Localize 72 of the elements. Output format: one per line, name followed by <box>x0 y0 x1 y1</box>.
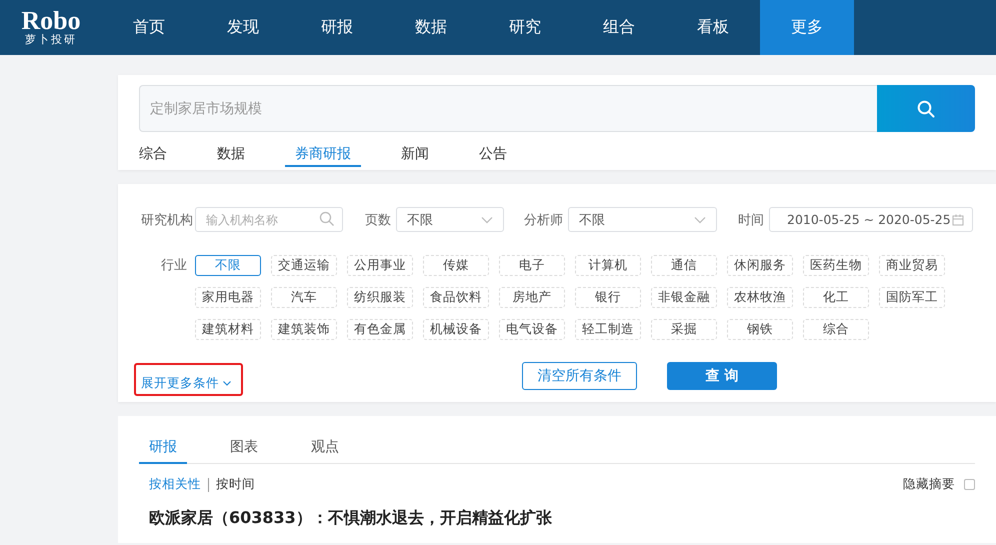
industry-chip[interactable]: 家用电器 <box>195 287 261 308</box>
nav-item[interactable]: 更多 <box>760 0 854 55</box>
search-tab[interactable]: 券商研报 <box>285 145 361 167</box>
industry-chip[interactable]: 传媒 <box>423 255 489 276</box>
industry-chip[interactable]: 国防军工 <box>879 287 945 308</box>
industry-chip[interactable]: 计算机 <box>575 255 641 276</box>
clear-conditions-button[interactable]: 清空所有条件 <box>522 362 637 390</box>
industry-chip[interactable]: 商业贸易 <box>879 255 945 276</box>
result-tab[interactable]: 研报 <box>139 438 187 464</box>
industry-chip[interactable]: 汽车 <box>271 287 337 308</box>
industry-chip[interactable]: 机械设备 <box>423 319 489 340</box>
result-tab[interactable]: 观点 <box>301 438 349 464</box>
logo-text: Robo <box>21 8 81 32</box>
nav-item[interactable]: 首页 <box>102 0 196 55</box>
industry-chip[interactable]: 通信 <box>651 255 717 276</box>
industry-chip[interactable]: 农林牧渔 <box>727 287 793 308</box>
query-button[interactable]: 查 询 <box>667 362 777 390</box>
industry-chip[interactable]: 非银金融 <box>651 287 717 308</box>
result-tab[interactable]: 图表 <box>220 438 268 464</box>
field-label: 分析师 <box>524 212 563 228</box>
logo-subtitle: 萝卜投研 <box>25 32 77 46</box>
report-title[interactable]: 欧派家居（603833）：不惧潮水退去，开启精益化扩张 <box>139 508 975 529</box>
industry-chip[interactable]: 房地产 <box>499 287 565 308</box>
search-tab[interactable]: 综合 <box>129 145 177 167</box>
industry-chip[interactable]: 化工 <box>803 287 869 308</box>
search-icon <box>319 211 335 227</box>
industry-chip[interactable]: 轻工制造 <box>575 319 641 340</box>
chevron-down-icon <box>223 380 231 386</box>
search-icon <box>917 100 935 118</box>
field-label: 行业 <box>161 257 187 275</box>
checkbox-label: 隐藏摘要 <box>903 476 955 493</box>
industry-chip[interactable]: 采掘 <box>651 319 717 340</box>
search-tab[interactable]: 公告 <box>469 145 517 167</box>
industry-chip[interactable]: 电气设备 <box>499 319 565 340</box>
chevron-down-icon <box>694 216 706 224</box>
industry-chip[interactable]: 建筑装饰 <box>271 319 337 340</box>
industry-chip[interactable]: 医药生物 <box>803 255 869 276</box>
date-range-field[interactable]: 2010-05-25 ~ 2020-05-25 <box>769 207 973 232</box>
nav-item[interactable]: 研报 <box>290 0 384 55</box>
nav-item[interactable]: 发现 <box>196 0 290 55</box>
industry-chip[interactable]: 综合 <box>803 319 869 340</box>
nav-item[interactable]: 组合 <box>572 0 666 55</box>
field-label: 研究机构 <box>141 212 193 228</box>
analyst-dropdown[interactable]: 不限 <box>568 207 717 232</box>
calendar-icon <box>952 214 964 226</box>
search-button[interactable] <box>877 85 975 132</box>
industry-chip[interactable]: 食品饮料 <box>423 287 489 308</box>
hide-summary-checkbox[interactable] <box>964 479 975 490</box>
industry-chip[interactable]: 公用事业 <box>347 255 413 276</box>
industry-chip[interactable]: 有色金属 <box>347 319 413 340</box>
industry-chip[interactable]: 纺织服装 <box>347 287 413 308</box>
industry-chip[interactable]: 银行 <box>575 287 641 308</box>
search-tab[interactable]: 数据 <box>207 145 255 167</box>
chevron-down-icon <box>481 216 493 224</box>
pages-dropdown[interactable]: 不限 <box>396 207 504 232</box>
nav-item[interactable]: 看板 <box>666 0 760 55</box>
industry-chip[interactable]: 不限 <box>195 255 261 276</box>
sort-option[interactable]: 按时间 <box>216 476 255 493</box>
field-label: 时间 <box>738 212 764 228</box>
nav-item[interactable]: 数据 <box>384 0 478 55</box>
sort-option[interactable]: 按相关性 <box>149 476 201 493</box>
expand-filters-link[interactable]: 展开更多条件 <box>141 374 231 392</box>
search-tab[interactable]: 新闻 <box>391 145 439 167</box>
industry-chip[interactable]: 休闲服务 <box>727 255 793 276</box>
search-field[interactable]: 定制家居市场规模 <box>139 85 877 132</box>
nav-item[interactable]: 研究 <box>478 0 572 55</box>
industry-chip[interactable]: 交通运输 <box>271 255 337 276</box>
institution-field[interactable]: 输入机构名称 <box>195 207 343 232</box>
industry-chip[interactable]: 钢铁 <box>727 319 793 340</box>
industry-chip[interactable]: 建筑材料 <box>195 319 261 340</box>
field-label: 页数 <box>365 212 391 228</box>
industry-chip[interactable]: 电子 <box>499 255 565 276</box>
